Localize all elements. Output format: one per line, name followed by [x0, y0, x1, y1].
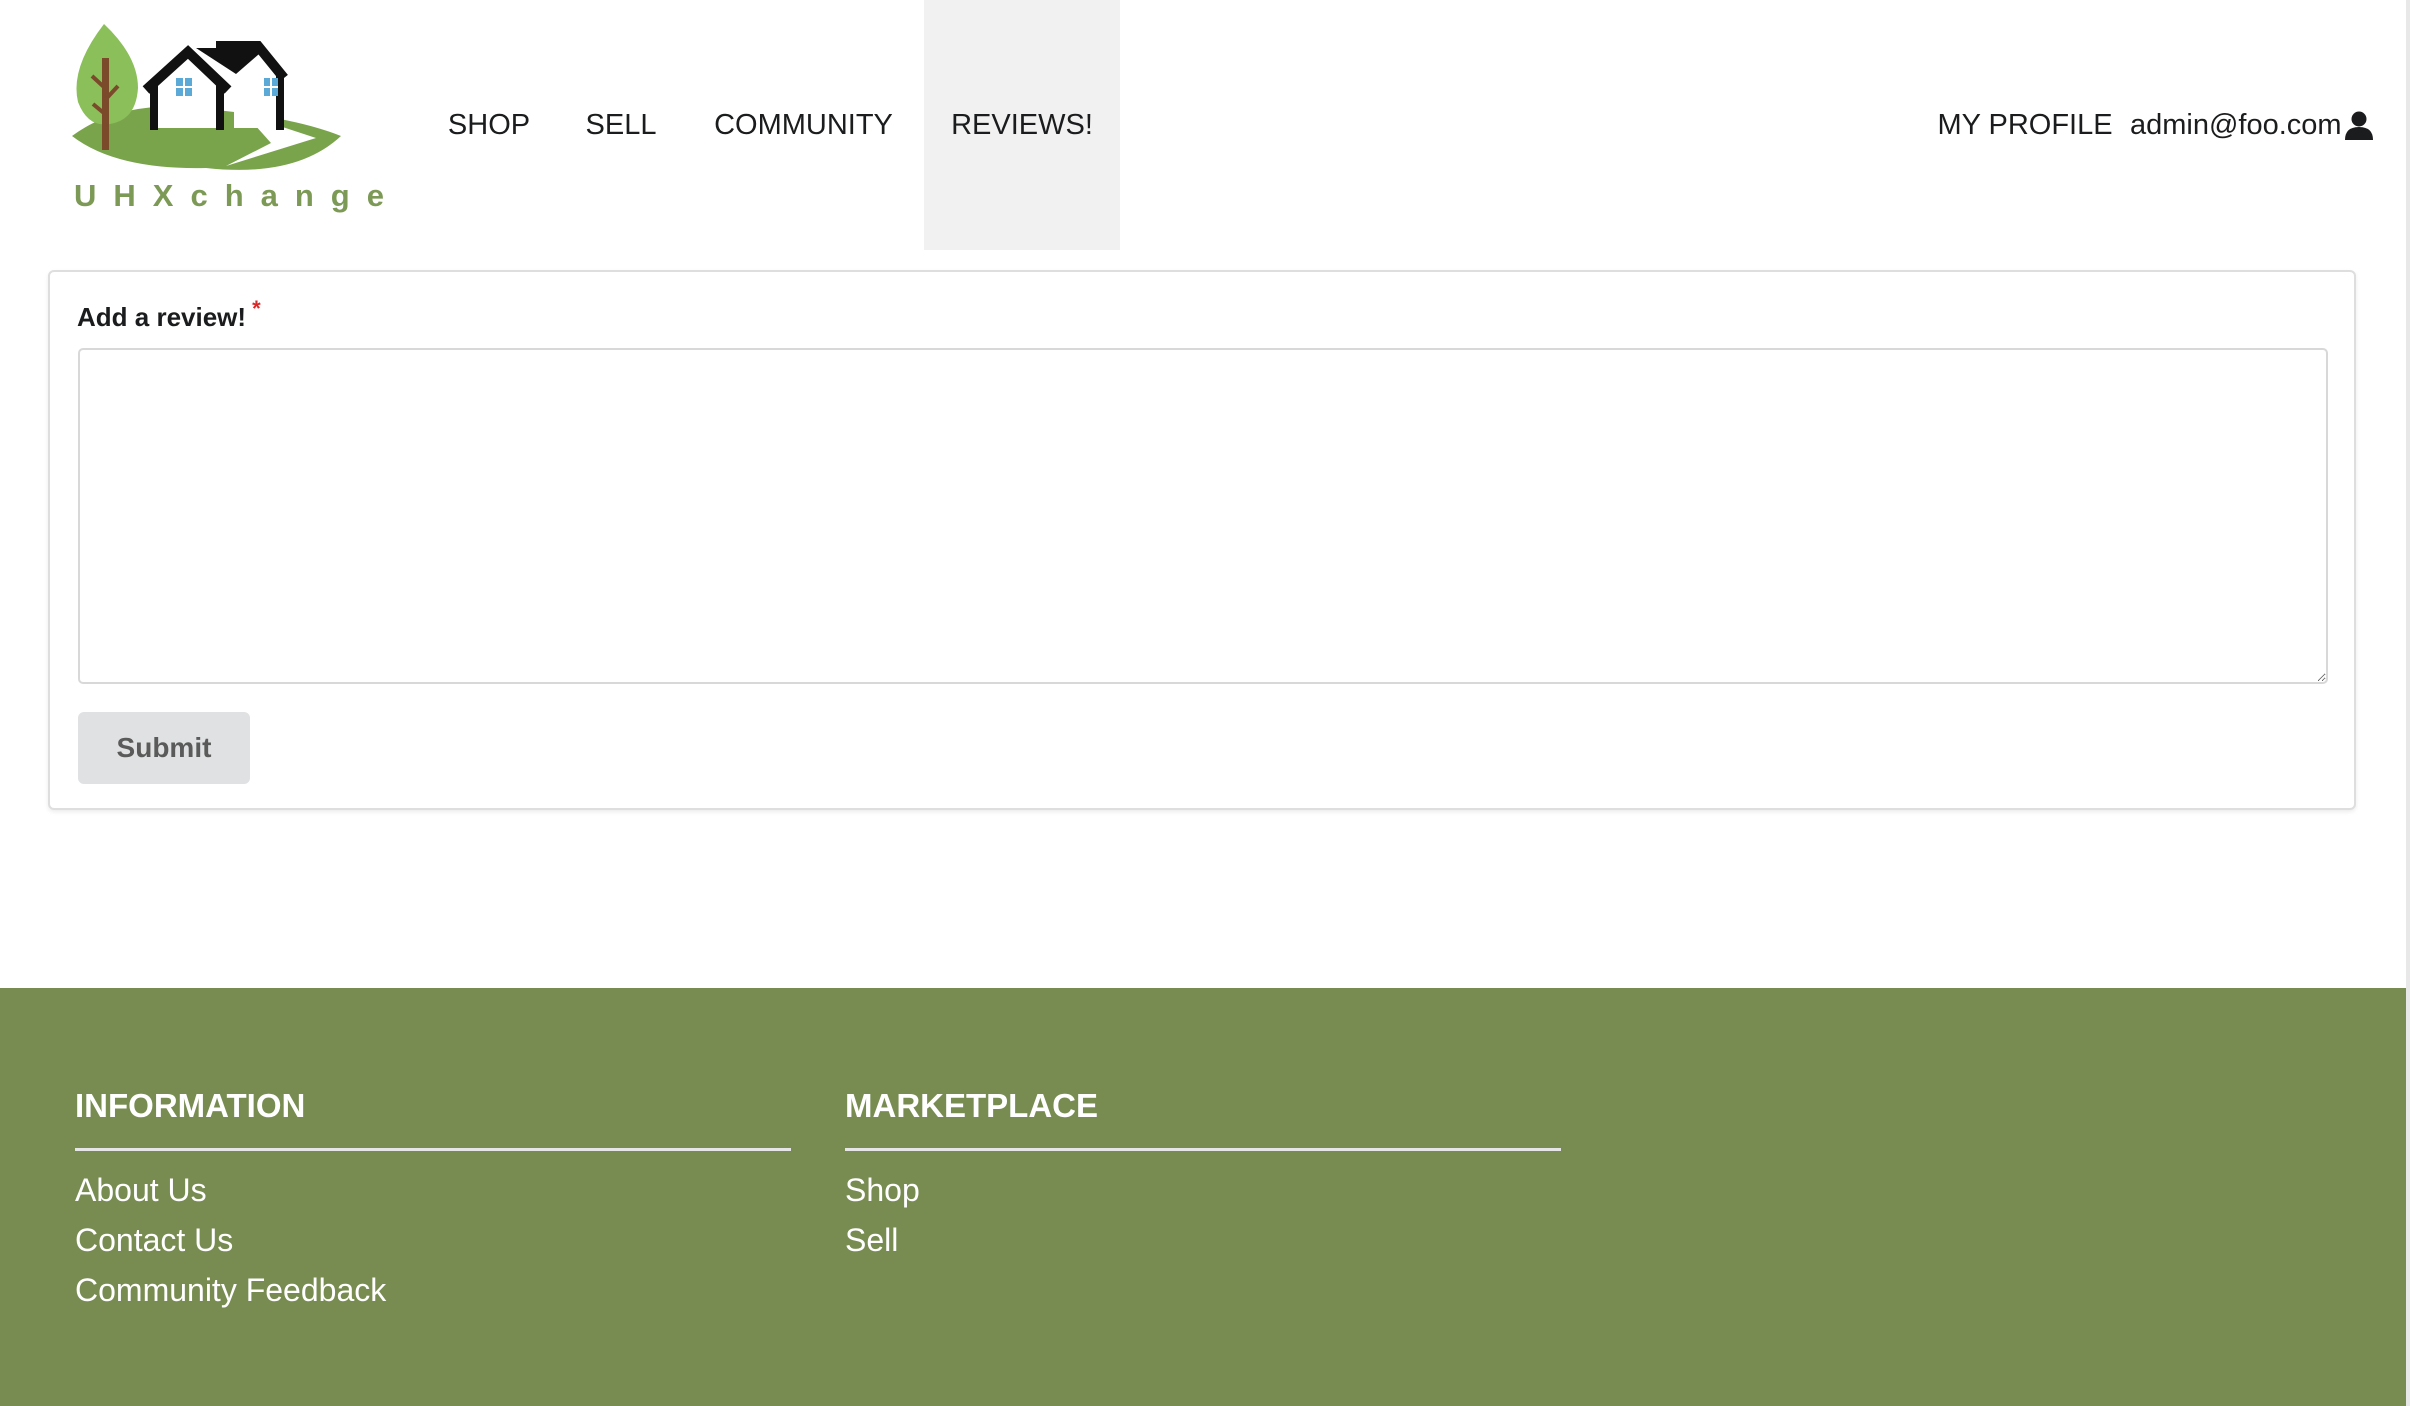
footer-marketplace-section: MARKETPLACE Shop Sell — [845, 1086, 1561, 1265]
footer-information-heading: INFORMATION — [75, 1086, 791, 1151]
review-field-label: Add a review! * — [77, 296, 261, 333]
footer-link-shop[interactable]: Shop — [845, 1165, 1561, 1215]
user-icon — [2344, 110, 2374, 140]
footer-link-about-us[interactable]: About Us — [75, 1165, 791, 1215]
user-email: admin@foo.com — [2130, 108, 2342, 141]
footer-information-section: INFORMATION About Us Contact Us Communit… — [75, 1086, 791, 1315]
footer-marketplace-heading: MARKETPLACE — [845, 1086, 1561, 1151]
footer-information-links: About Us Contact Us Community Feedback — [75, 1165, 791, 1315]
top-navbar: UHXchange SHOP SELL COMMUNITY REVIEWS! M… — [0, 0, 2410, 250]
submit-button[interactable]: Submit — [78, 712, 250, 784]
site-footer: INFORMATION About Us Contact Us Communit… — [0, 988, 2406, 1406]
uhxchange-logo[interactable]: UHXchange — [66, 18, 384, 218]
logo-text: UHXchange — [74, 178, 401, 213]
nav-my-profile[interactable]: MY PROFILE — [1930, 0, 2120, 250]
page-scrollbar-edge[interactable] — [2406, 0, 2410, 1406]
footer-link-community-feedback[interactable]: Community Feedback — [75, 1265, 791, 1315]
review-label-text: Add a review! — [77, 302, 247, 332]
nav-user-account[interactable]: admin@foo.com — [2130, 0, 2373, 250]
nav-shop[interactable]: SHOP — [432, 0, 546, 250]
logo-house-graphic — [72, 24, 341, 170]
nav-community[interactable]: COMMUNITY — [700, 0, 907, 250]
footer-marketplace-links: Shop Sell — [845, 1165, 1561, 1265]
nav-reviews[interactable]: REVIEWS! — [924, 0, 1120, 250]
required-indicator: * — [252, 296, 261, 321]
review-textarea[interactable] — [78, 348, 2328, 684]
footer-link-contact-us[interactable]: Contact Us — [75, 1215, 791, 1265]
footer-link-sell[interactable]: Sell — [845, 1215, 1561, 1265]
review-form: Add a review! * Submit — [48, 270, 2356, 810]
page: UHXchange SHOP SELL COMMUNITY REVIEWS! M… — [0, 0, 2410, 1406]
nav-sell[interactable]: SELL — [560, 0, 682, 250]
